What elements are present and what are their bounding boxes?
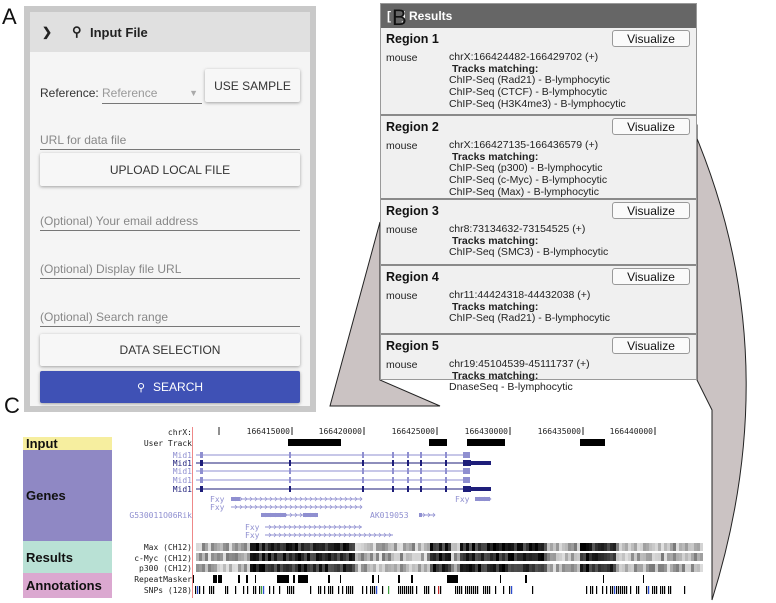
search-range-input[interactable]: (Optional) Search range — [40, 305, 300, 327]
reference-select[interactable]: Reference ▼ — [102, 82, 202, 104]
region-title: Region 2 — [386, 120, 439, 134]
region-organism: mouse — [386, 52, 418, 64]
track-label-repeatmasker[interactable]: RepeatMasker — [134, 575, 192, 584]
matching-track: ChIP-Seq (Rad21) - B-lymphocytic — [449, 312, 611, 325]
display-url-input[interactable]: (Optional) Display file URL — [40, 257, 300, 279]
track-label-gene[interactable]: G530011O06Rik — [129, 511, 192, 520]
section-annotations: Annotations — [23, 573, 112, 598]
region-card: Region 5 Visualize mouse chr19:45104539-… — [381, 335, 696, 393]
visualize-button[interactable]: Visualize — [612, 202, 690, 219]
track-label-gene[interactable]: Mid1 — [173, 467, 192, 476]
region-location: chrX:166424482-166429702 (+) — [449, 51, 599, 63]
visualize-button[interactable]: Visualize — [612, 268, 690, 285]
reference-label: Reference: — [40, 86, 99, 100]
input-file-panel: ❯ ⚲ Input File Reference: Reference ▼ US… — [24, 6, 316, 412]
email-input[interactable]: (Optional) Your email address — [40, 209, 300, 231]
use-sample-button[interactable]: USE SAMPLE — [205, 69, 300, 102]
region-card: Region 1 Visualize mouse chrX:166424482-… — [381, 28, 696, 116]
track-label-gene[interactable]: Mid1 — [173, 476, 192, 485]
region-organism: mouse — [386, 140, 418, 152]
track-label-divider — [192, 427, 193, 598]
track-label-gene[interactable]: Mid1 — [173, 485, 192, 494]
section-genes: Genes — [23, 450, 112, 541]
track-label-user-track[interactable]: User Track — [144, 439, 192, 448]
url-input[interactable]: URL for data file — [40, 128, 300, 150]
section-input: Input — [23, 436, 112, 451]
upload-local-file-button[interactable]: UPLOAD LOCAL FILE — [40, 153, 300, 186]
region-title: Region 1 — [386, 32, 439, 46]
region-organism: mouse — [386, 359, 418, 371]
panel-label-c: C — [4, 393, 20, 418]
region-organism: mouse — [386, 290, 418, 302]
results-header[interactable]: [ - ] Results — [381, 4, 696, 28]
dropdown-arrow-icon: ▼ — [189, 88, 198, 98]
region-location: chr8:73134632-73154525 (+) — [449, 223, 586, 235]
section-results: Results — [23, 541, 112, 573]
callout-right-lens — [689, 121, 747, 601]
region-location: chr11:44424318-44432038 (+) — [449, 289, 591, 301]
search-button-label: SEARCH — [153, 380, 204, 394]
region-location: chrX:166427135-166436579 (+) — [449, 139, 599, 151]
reference-select-value: Reference — [102, 86, 158, 100]
region-title: Region 4 — [386, 270, 439, 284]
data-selection-button[interactable]: DATA SELECTION — [40, 334, 300, 366]
visualize-button[interactable]: Visualize — [612, 337, 690, 354]
matching-track: DnaseSeq - B-lymphocytic — [449, 381, 573, 394]
matching-track: ChIP-Seq (H3K4me3) - B-lymphocytic — [449, 97, 626, 110]
chevron-down-icon[interactable]: ❯ — [42, 25, 58, 39]
panel-label-a: A — [2, 4, 17, 29]
search-icon: ⚲ — [72, 24, 82, 39]
matching-track: ChIP-Seq (Max) - B-lymphocytic — [449, 185, 599, 198]
visualize-button[interactable]: Visualize — [612, 118, 690, 135]
input-file-header[interactable]: ❯ ⚲ Input File — [30, 12, 310, 52]
region-card: Region 3 Visualize mouse chr8:73134632-7… — [381, 200, 696, 266]
region-location: chr19:45104539-45111737 (+) — [449, 358, 590, 370]
region-card: Region 2 Visualize mouse chrX:166427135-… — [381, 116, 696, 200]
track-label-cmyc[interactable]: c-Myc (CH12) — [134, 554, 192, 563]
matching-track: ChIP-Seq (SMC3) - B-lymphocytic — [449, 246, 609, 259]
ruler-chrom-label: chrX: — [167, 428, 192, 437]
region-title: Region 5 — [386, 339, 439, 353]
visualize-button[interactable]: Visualize — [612, 30, 690, 47]
region-title: Region 3 — [386, 204, 439, 218]
track-label-snps[interactable]: SNPs (128) — [144, 586, 192, 595]
track-label-max[interactable]: Max (CH12) — [144, 543, 192, 552]
search-button[interactable]: ⚲ SEARCH — [40, 371, 300, 403]
results-panel: [ - ] Results Region 1 Visualize mouse c… — [380, 3, 697, 393]
input-file-title: Input File — [90, 24, 148, 40]
panel-label-b: B — [392, 5, 407, 30]
search-icon: ⚲ — [136, 381, 146, 394]
region-card: Region 4 Visualize mouse chr11:44424318-… — [381, 266, 696, 335]
region-organism: mouse — [386, 224, 418, 236]
track-label-p300[interactable]: p300 (CH12) — [139, 564, 192, 573]
